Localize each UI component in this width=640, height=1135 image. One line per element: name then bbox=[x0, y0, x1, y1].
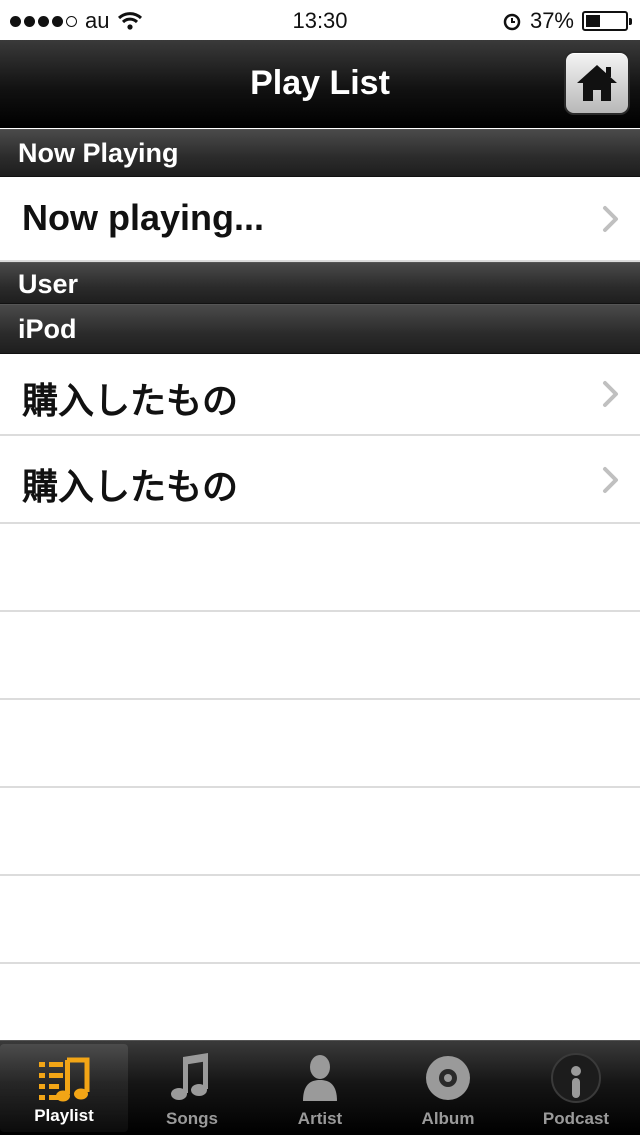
list-item[interactable]: 購入したもの bbox=[0, 354, 640, 436]
playlist-icon bbox=[39, 1057, 90, 1102]
list-item-label: 購入したもの bbox=[22, 380, 239, 421]
list-item-label: 購入したもの bbox=[22, 466, 239, 507]
battery-icon bbox=[582, 11, 632, 31]
tab-label: Playlist bbox=[34, 1106, 94, 1125]
navigation-bar: Play List bbox=[0, 40, 640, 128]
tab-artist[interactable]: Artist bbox=[256, 1041, 384, 1135]
section-header-now-playing: Now Playing bbox=[0, 129, 640, 177]
status-right: 37% bbox=[502, 8, 632, 34]
chevron-right-icon bbox=[603, 206, 618, 232]
battery-percent: 37% bbox=[529, 8, 574, 33]
section-header-user: User bbox=[0, 262, 640, 304]
tab-playlist[interactable]: Playlist bbox=[0, 1044, 128, 1132]
tab-label: Podcast bbox=[542, 1109, 610, 1128]
chevron-right-icon bbox=[603, 467, 618, 493]
alarm-clock-icon bbox=[503, 13, 521, 31]
tab-bar: Playlist Songs Artist Album Podcast bbox=[0, 1040, 640, 1135]
album-disc-icon bbox=[426, 1056, 470, 1100]
empty-row bbox=[0, 612, 640, 700]
tab-label: Songs bbox=[166, 1109, 218, 1128]
list-item[interactable]: 購入したもの bbox=[0, 436, 640, 524]
podcast-icon bbox=[551, 1053, 601, 1103]
page-title: Play List bbox=[250, 64, 390, 102]
empty-row bbox=[0, 700, 640, 788]
empty-row bbox=[0, 788, 640, 876]
tab-songs[interactable]: Songs bbox=[128, 1041, 256, 1135]
chevron-right-icon bbox=[603, 381, 618, 407]
empty-row bbox=[0, 524, 640, 612]
home-button[interactable] bbox=[564, 51, 630, 115]
section-header-ipod: iPod bbox=[0, 304, 640, 354]
tab-label: Artist bbox=[297, 1109, 343, 1128]
empty-row bbox=[0, 876, 640, 964]
tab-label: Album bbox=[421, 1109, 475, 1128]
home-icon bbox=[577, 65, 617, 101]
music-note-icon bbox=[171, 1053, 208, 1100]
tab-podcast[interactable]: Podcast bbox=[512, 1041, 640, 1135]
tab-album[interactable]: Album bbox=[384, 1041, 512, 1135]
status-bar: au 13:30 37% bbox=[0, 0, 640, 40]
battery-fill bbox=[586, 15, 601, 27]
artist-icon bbox=[303, 1055, 337, 1101]
now-playing-row[interactable]: Now playing... bbox=[0, 177, 640, 262]
now-playing-label: Now playing... bbox=[22, 197, 265, 238]
